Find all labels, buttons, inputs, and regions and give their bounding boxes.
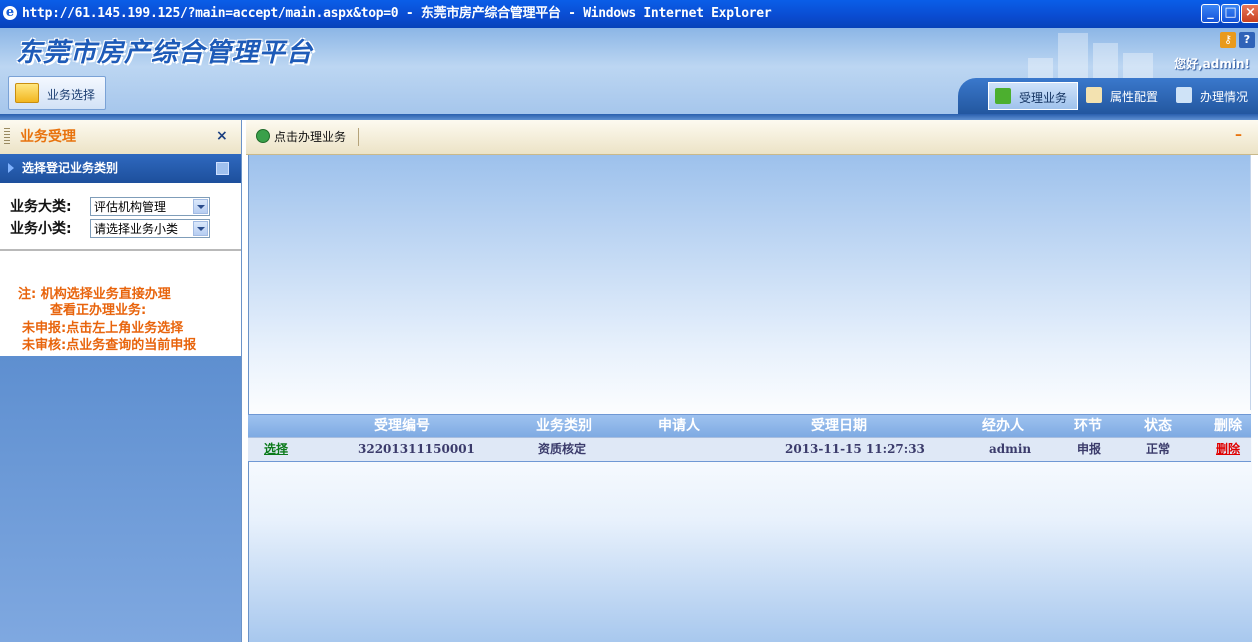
top-tab-strip: 受理业务 属性配置 办理情况 (958, 78, 1258, 114)
sidebar-title: 业务受理 (20, 129, 76, 145)
key-icon[interactable]: ⚷ (1220, 32, 1236, 48)
table-header: 受理编号 业务类别 申请人 受理日期 经办人 环节 状态 删除 (248, 414, 1251, 438)
major-category-label: 业务大类: (10, 199, 72, 215)
tab-label: 属性配置 (1110, 90, 1159, 104)
select-value: 请选择业务小类 (94, 222, 179, 236)
chevron-down-icon[interactable] (193, 199, 208, 214)
arrow-right-icon (8, 163, 14, 173)
help-icon[interactable]: ? (1239, 32, 1255, 48)
main-toolbar: 点击办理业务 – (246, 120, 1258, 155)
tab-attribute-config[interactable]: 属性配置 (1080, 82, 1166, 110)
chevron-down-icon[interactable] (193, 221, 208, 236)
grip-icon[interactable] (4, 128, 10, 146)
window-title-bar: e http://61.145.199.125/?main=accept/mai… (0, 0, 1258, 28)
leaf-icon (995, 88, 1011, 104)
minimize-button[interactable]: _ (1201, 4, 1220, 23)
main-panel: 点击办理业务 – 受理编号 业务类别 申请人 受理日期 经办人 环节 状态 删除… (246, 120, 1258, 642)
select-row-link[interactable]: 选择 (264, 442, 288, 457)
tab-accept-business[interactable]: 受理业务 (988, 82, 1078, 110)
close-button[interactable]: × (1241, 4, 1258, 23)
column-header: 受理日期 (811, 418, 867, 434)
notes-panel: 注: 机构选择业务直接办理 查看正办理业务: 未申报:点击左上角业务选择 未审核… (0, 251, 241, 356)
note-line: 未申报:点击左上角业务选择 (22, 321, 184, 336)
column-header: 删除 (1214, 418, 1242, 434)
app-header: 东莞市房产综合管理平台 ⚷? 您好,admin! 业务选择 受理业务 属性配置 … (0, 28, 1258, 114)
vertical-scrollbar[interactable] (1250, 155, 1258, 410)
cell-stage: 申报 (1077, 442, 1102, 456)
category-form: 业务大类: 评估机构管理 业务小类: 请选择业务小类 (0, 183, 241, 251)
tab-label: 办理情况 (1200, 90, 1249, 104)
column-header: 业务类别 (536, 418, 592, 434)
collapse-button[interactable] (216, 162, 229, 175)
folder-icon (15, 83, 39, 103)
pen-paper-icon (1086, 87, 1102, 103)
note-line: 查看正办理业务: (50, 303, 147, 318)
minor-category-select[interactable]: 请选择业务小类 (90, 219, 210, 238)
go-arrow-icon (256, 129, 270, 143)
column-header: 受理编号 (374, 418, 430, 434)
sidebar: 业务受理 × 选择登记业务类别 业务大类: 评估机构管理 业务小类: 请选择业务… (0, 120, 242, 642)
column-header: 申请人 (658, 418, 700, 434)
minor-category-label: 业务小类: (10, 221, 72, 237)
sidebar-header: 业务受理 × (0, 120, 241, 155)
sidebar-background (0, 356, 241, 642)
ie-logo-icon: e (3, 6, 17, 20)
cell-status: 正常 (1146, 442, 1171, 456)
cell-number: 32201311150001 (358, 442, 475, 456)
column-header: 环节 (1074, 418, 1102, 434)
business-select-button[interactable]: 业务选择 (8, 76, 106, 110)
sidebar-section-header: 选择登记业务类别 (0, 154, 241, 183)
note-line: 未审核:点业务查询的当前申报 (22, 338, 197, 353)
section-title: 选择登记业务类别 (22, 161, 119, 175)
content-area (248, 155, 1252, 642)
cell-category: 资质核定 (538, 442, 587, 456)
tab-handling-status[interactable]: 办理情况 (1170, 82, 1256, 110)
table-row: 选择 32201311150001 资质核定 2013-11-15 11:27:… (248, 437, 1251, 462)
tab-label: 受理业务 (1019, 91, 1068, 105)
maximize-button[interactable]: □ (1221, 4, 1240, 23)
user-greeting: 您好,admin! (1174, 57, 1250, 71)
handle-business-label: 点击办理业务 (274, 130, 347, 144)
help-icons: ⚷? (1220, 32, 1258, 48)
note-line: 注: 机构选择业务直接办理 (18, 287, 171, 302)
minimize-panel-button[interactable]: – (1235, 126, 1242, 144)
sidebar-close-button[interactable]: × (216, 127, 228, 145)
business-select-label: 业务选择 (47, 88, 96, 102)
column-header: 状态 (1144, 418, 1172, 434)
major-category-select[interactable]: 评估机构管理 (90, 197, 210, 216)
select-value: 评估机构管理 (94, 200, 167, 214)
chart-book-icon (1176, 87, 1192, 103)
cell-handler: admin (989, 442, 1032, 456)
toolbar-separator (358, 128, 359, 146)
cell-date: 2013-11-15 11:27:33 (785, 442, 925, 456)
delete-row-link[interactable]: 删除 (1216, 442, 1240, 457)
app-title: 东莞市房产综合管理平台 (16, 38, 314, 68)
column-header: 经办人 (982, 418, 1024, 434)
window-title: http://61.145.199.125/?main=accept/main.… (22, 6, 772, 21)
